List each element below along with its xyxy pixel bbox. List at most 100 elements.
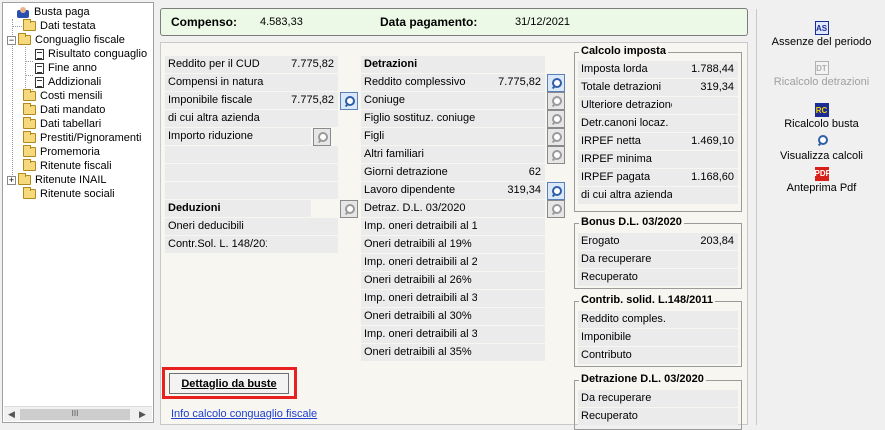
tree-item-promemoria[interactable]: Promemoria bbox=[23, 145, 100, 159]
magnifier-icon bbox=[551, 132, 562, 142]
irpef-minima-label: IRPEF minima bbox=[578, 151, 672, 168]
pdf-icon: PDF bbox=[814, 167, 831, 181]
oneri-30-value bbox=[477, 308, 545, 325]
contr-sol-label: Contr.Sol. L. 148/2011 bbox=[165, 236, 267, 253]
ulteriore-detrazione-label: Ulteriore detrazione bbox=[578, 97, 672, 114]
contrib-solid-title: Contrib. solid. L.148/2011 bbox=[579, 294, 716, 306]
contributo-label: Contributo bbox=[578, 347, 672, 364]
folder-icon bbox=[23, 89, 36, 101]
riduzione-search-button[interactable] bbox=[313, 128, 331, 146]
imponibile-search-button[interactable] bbox=[340, 92, 358, 110]
empty-cell bbox=[165, 146, 338, 163]
tree-item-fine-anno[interactable]: Fine anno bbox=[35, 61, 97, 75]
calcolo-imposta-title: Calcolo imposta bbox=[579, 45, 668, 57]
reddito-comples-value bbox=[672, 311, 738, 328]
figli-search-button[interactable] bbox=[547, 128, 565, 146]
document-icon bbox=[35, 62, 44, 74]
tree-item-ritenute-fiscali[interactable]: Ritenute fiscali bbox=[23, 159, 112, 173]
magnifier-icon bbox=[344, 96, 355, 106]
tree-item-dati-tabellari[interactable]: Dati tabellari bbox=[23, 117, 101, 131]
contr-sol-value bbox=[267, 236, 338, 253]
visualizza-calcoli-button[interactable]: Visualizza calcoli bbox=[763, 135, 880, 171]
scrollbar-thumb[interactable]: III bbox=[20, 409, 130, 420]
bonus-recuperato-label: Recuperato bbox=[578, 269, 672, 286]
tree-item-costi-mensili[interactable]: Costi mensili bbox=[23, 89, 102, 103]
horizontal-scrollbar[interactable]: ◀ III ▶ bbox=[4, 406, 152, 421]
altri-familiari-value bbox=[477, 146, 545, 163]
tree-item-addizionali[interactable]: Addizionali bbox=[35, 75, 101, 89]
irpef-minima-value bbox=[672, 151, 738, 168]
ulteriore-detrazione-value bbox=[672, 97, 738, 114]
data-pagamento-value: 31/12/2021 bbox=[515, 16, 571, 28]
absences-icon: AS bbox=[814, 21, 829, 35]
empty-cell bbox=[477, 56, 545, 73]
folder-icon bbox=[23, 117, 36, 129]
tree-item-dati-testata[interactable]: Dati testata bbox=[23, 19, 96, 33]
erogato-value: 203,84 bbox=[672, 233, 738, 250]
altri-familiari-search-button[interactable] bbox=[547, 146, 565, 164]
importo-riduzione-value bbox=[267, 128, 311, 145]
irpef-pagata-value: 1.168,60 bbox=[672, 169, 738, 186]
oneri-35-value bbox=[477, 344, 545, 361]
right-toolbar: AS Assenze del periodo DT Ricalcolo detr… bbox=[756, 9, 885, 425]
bonus-title: Bonus D.L. 03/2020 bbox=[579, 216, 684, 228]
expand-icon[interactable]: + bbox=[7, 175, 16, 185]
tree-item-risultato-conguaglio[interactable]: Risultato conguaglio bbox=[35, 47, 147, 61]
reddito-complessivo-search-button[interactable] bbox=[547, 74, 565, 92]
tree-item-busta-paga[interactable]: Busta paga bbox=[17, 5, 90, 19]
ricalcolo-detrazioni-button[interactable]: DT Ricalcolo detrazioni bbox=[763, 61, 880, 97]
totale-detrazioni-label: Totale detrazioni bbox=[578, 79, 672, 96]
person-icon bbox=[17, 6, 30, 18]
scroll-left-icon[interactable]: ◀ bbox=[6, 409, 17, 420]
figli-value bbox=[477, 128, 545, 145]
deduzioni-search-button[interactable] bbox=[340, 200, 358, 218]
recalc-icon: RC bbox=[814, 103, 829, 117]
document-icon bbox=[35, 76, 44, 88]
data-pagamento-label: Data pagamento: bbox=[380, 15, 478, 29]
reddito-complessivo-value: 7.775,82 bbox=[477, 74, 545, 91]
tree-item-ritenute-inail[interactable]: + Ritenute INAIL bbox=[7, 173, 107, 187]
contrib-imponibile-label: Imponibile bbox=[578, 329, 672, 346]
totale-detrazioni-value: 319,34 bbox=[672, 79, 738, 96]
info-calcolo-link[interactable]: Info calcolo conguaglio fiscale bbox=[171, 408, 317, 420]
detraz-dl-search-button[interactable] bbox=[547, 200, 565, 218]
imp-oneri-26-value bbox=[477, 254, 545, 271]
oneri-35-label: Oneri detraibili al 35% bbox=[361, 344, 477, 361]
imp-oneri-19-value bbox=[477, 218, 545, 235]
imp-oneri-35-value bbox=[477, 326, 545, 343]
folder-icon bbox=[23, 131, 36, 143]
calcolo-altra-azienda-label: di cui altra azienda bbox=[578, 187, 672, 204]
ricalcolo-busta-button[interactable]: RC Ricalcolo busta bbox=[763, 103, 880, 139]
bonus-da-recuperare-value bbox=[672, 251, 738, 268]
figlio-sostituz-search-button[interactable] bbox=[547, 110, 565, 128]
anteprima-pdf-button[interactable]: PDF Anteprima Pdf bbox=[763, 167, 880, 203]
bonus-da-recuperare-label: Da recuperare bbox=[578, 251, 672, 268]
giorni-detrazione-value: 62 bbox=[477, 164, 545, 181]
contributo-value bbox=[672, 347, 738, 364]
magnifier-icon bbox=[551, 78, 562, 88]
reddito-cud-value: 7.775,82 bbox=[267, 56, 338, 73]
collapse-icon[interactable]: − bbox=[7, 35, 16, 45]
tree-item-ritenute-sociali[interactable]: Ritenute sociali bbox=[23, 187, 115, 201]
tree-item-dati-mandato[interactable]: Dati mandato bbox=[23, 103, 105, 117]
tree-item-prestiti[interactable]: Prestiti/Pignoramenti bbox=[23, 131, 142, 145]
imp-oneri-19-label: Imp. oneri detraibili al 19% bbox=[361, 218, 477, 235]
oneri-deducibili-value bbox=[267, 218, 338, 235]
deduzioni-title: Deduzioni bbox=[165, 200, 311, 217]
empty-cell bbox=[165, 164, 338, 181]
magnifier-icon bbox=[551, 150, 562, 160]
altra-azienda-value bbox=[267, 110, 338, 127]
dettaglio-da-buste-button[interactable]: Dettaglio da buste bbox=[169, 373, 289, 394]
assenze-periodo-button[interactable]: AS Assenze del periodo bbox=[763, 21, 880, 57]
calcolo-altra-azienda-value bbox=[672, 187, 738, 204]
compensi-natura-value bbox=[267, 74, 338, 91]
payment-header: Compenso: 4.583,33 Data pagamento: 31/12… bbox=[160, 8, 748, 36]
compenso-value: 4.583,33 bbox=[260, 16, 303, 28]
document-icon bbox=[35, 48, 44, 60]
coniuge-search-button[interactable] bbox=[547, 92, 565, 110]
figlio-sostituz-value bbox=[477, 110, 545, 127]
irpef-netta-value: 1.469,10 bbox=[672, 133, 738, 150]
scroll-right-icon[interactable]: ▶ bbox=[137, 409, 148, 420]
tree-item-conguaglio-fiscale[interactable]: − Conguaglio fiscale bbox=[7, 33, 125, 47]
lavoro-dipendente-search-button[interactable] bbox=[547, 182, 565, 200]
